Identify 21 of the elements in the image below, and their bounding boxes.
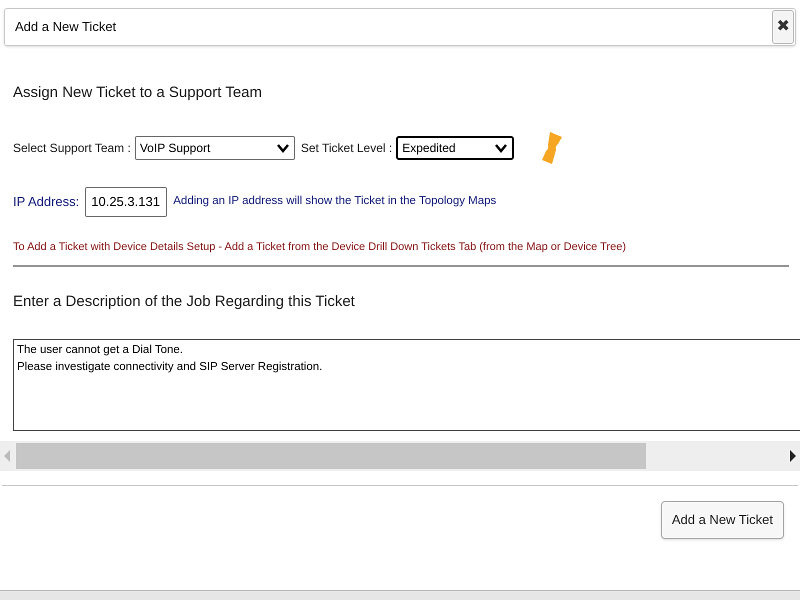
level-select[interactable]: Expedited xyxy=(396,136,514,160)
team-label: Select Support Team : xyxy=(13,140,131,156)
description-field[interactable]: The user cannot get a Dial Tone. Please investigate connectivity and SIP Server Registration. xyxy=(13,338,800,430)
close-button[interactable]: ✖ xyxy=(772,10,794,44)
level-label: Set Ticket Level : xyxy=(300,140,392,156)
scrollbar-thumb[interactable] xyxy=(16,442,646,468)
horizontal-scrollbar[interactable] xyxy=(0,440,800,470)
ticket-icon xyxy=(540,130,564,164)
scroll-right-icon xyxy=(789,450,797,462)
chevron-down-icon xyxy=(276,142,290,152)
scroll-left-icon xyxy=(3,450,11,462)
ip-label: IP Address: xyxy=(13,192,80,211)
add-ticket-button[interactable]: Add a New Ticket xyxy=(660,500,784,538)
notice-text: To Add a Ticket with Device Details Setup - Add a Ticket from the Device Drill Down Tickets Tab (from the Map or Device Tree) xyxy=(13,240,627,254)
description-title: Enter a Description of the Job Regarding this Ticket xyxy=(13,292,356,312)
ip-hint: Adding an IP address will show the Ticket in the Topology Maps xyxy=(173,194,496,209)
dialog-title: Add a New Ticket xyxy=(15,18,116,36)
chevron-down-icon xyxy=(494,142,508,152)
team-select[interactable]: VoIP Support xyxy=(134,136,295,160)
ip-field[interactable]: 10.25.3.131 xyxy=(85,186,168,216)
section-title: Assign New Ticket to a Support Team xyxy=(13,83,264,103)
